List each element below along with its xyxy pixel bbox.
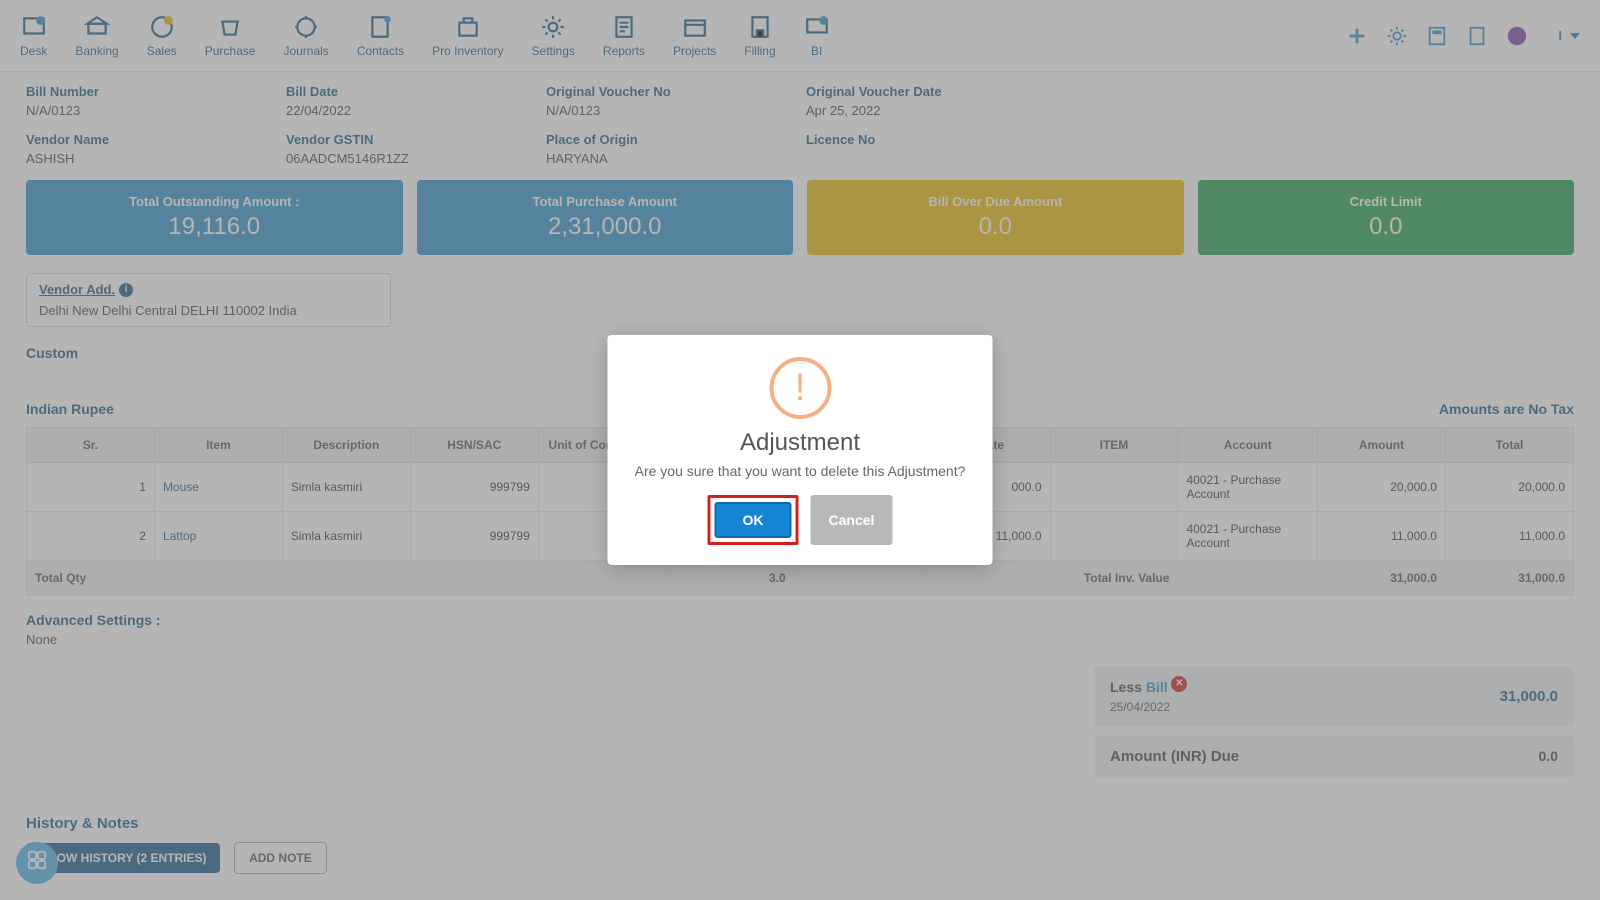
warning-icon: !	[769, 357, 831, 419]
cancel-button[interactable]: Cancel	[811, 495, 893, 545]
modal-message: Are you sure that you want to delete thi…	[628, 463, 973, 479]
confirm-modal: ! Adjustment Are you sure that you want …	[608, 335, 993, 565]
modal-title: Adjustment	[628, 429, 973, 457]
ok-button[interactable]: OK	[715, 502, 792, 538]
ok-button-highlight: OK	[708, 495, 799, 545]
